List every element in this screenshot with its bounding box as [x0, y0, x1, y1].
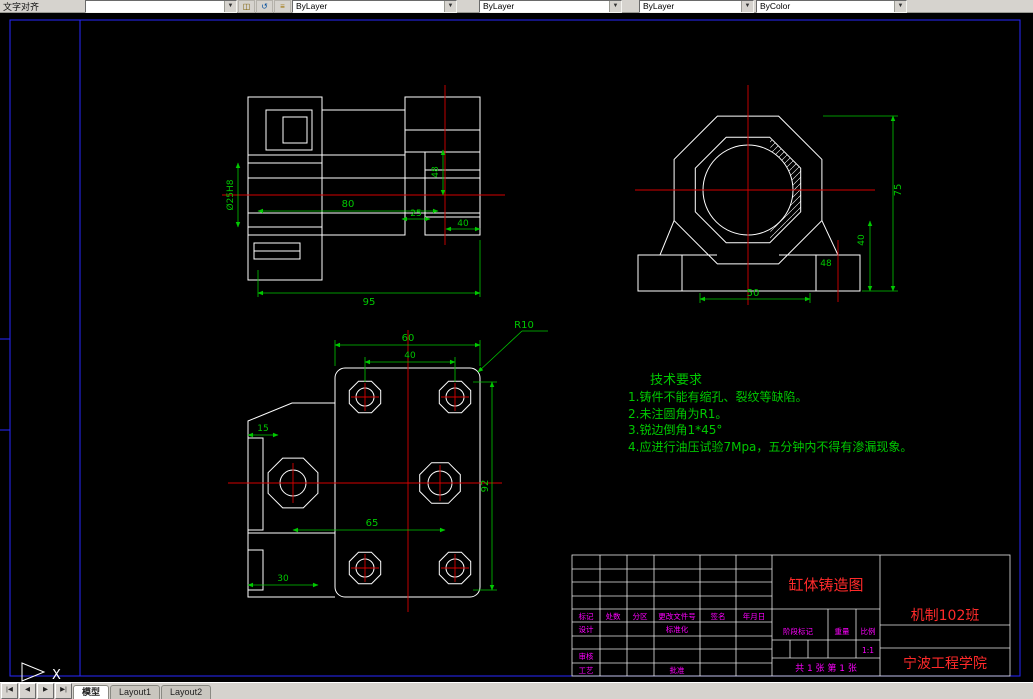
technical-requirements: 技术要求 1.铸件不能有缩孔、裂纹等缺陷。 2.未注圆角为R1。 3.锐边倒角1…: [628, 373, 912, 454]
tb-process: 工艺: [579, 666, 594, 675]
first-tab-icon[interactable]: |◀: [1, 683, 18, 699]
tb-audit: 审核: [579, 651, 594, 661]
tb-stage-mark: 阶段标记: [783, 626, 813, 636]
plan-view: 60 40 15 92 65 30 R10: [228, 320, 548, 612]
layer-manager-icon[interactable]: ≡: [274, 0, 291, 13]
lineweight-combo[interactable]: ByLayer ▼: [639, 0, 754, 13]
tb-header-zone: 分区: [633, 612, 648, 621]
toolbar-label: 文字对齐: [3, 2, 40, 12]
tb-header-sign: 签名: [711, 611, 726, 621]
ucs-x-label: X: [52, 668, 61, 683]
linetype-combo-value: ByLayer: [483, 1, 515, 11]
make-layer-current-icon[interactable]: ◫: [238, 0, 255, 13]
color-combo-value: ByLayer: [296, 1, 328, 11]
tb-class-name: 机制102班: [911, 608, 980, 624]
dim-75: 75: [893, 184, 904, 197]
dim-60: 60: [402, 333, 415, 344]
tech-req-item-2: 2.未注圆角为R1。: [628, 406, 727, 421]
tb-scale-label: 比例: [861, 626, 876, 636]
plotstyle-combo[interactable]: ByColor ▼: [756, 0, 907, 13]
tb-design: 设计: [579, 624, 594, 634]
top-toolbar: 文字对齐 ▼ ◫ ↺ ≡ ByLayer ▼ ByLayer ▼ ByLayer…: [0, 0, 1033, 13]
dim-40: 40: [457, 219, 469, 229]
title-block: 标记 处数 分区 更改文件号 签名 年月日 设计 标准化 审核 工艺 批准 阶段…: [571, 554, 1011, 677]
tb-header-mark: 标记: [579, 611, 594, 621]
tb-sheet-info: 共 1 张 第 1 张: [795, 662, 857, 674]
chevron-down-icon[interactable]: ▼: [741, 1, 753, 12]
drawing-canvas[interactable]: Ø25H8 80 25 40 48 95 75 40 50 48 60 40 1…: [0, 0, 1033, 699]
tab-layout2[interactable]: Layout2: [161, 685, 212, 699]
status-bar: |◀ ◀ ▶ ▶| 模型 Layout1 Layout2: [0, 682, 1033, 699]
tb-header-count: 处数: [606, 611, 621, 621]
dim-95: 95: [363, 297, 376, 308]
dim-80: 80: [342, 199, 355, 210]
chevron-down-icon[interactable]: ▼: [224, 1, 236, 12]
layer-previous-icon[interactable]: ↺: [256, 0, 273, 13]
dim-65: 65: [366, 518, 379, 529]
tab-model[interactable]: 模型: [73, 685, 110, 699]
ucs-icon: X: [21, 662, 61, 683]
tech-req-title: 技术要求: [650, 373, 702, 388]
prev-tab-icon[interactable]: ◀: [19, 683, 36, 699]
dim-40-side: 40: [857, 234, 867, 246]
lineweight-combo-value: ByLayer: [643, 1, 675, 11]
linetype-combo[interactable]: ByLayer ▼: [479, 0, 622, 13]
dim-r10: R10: [514, 320, 534, 331]
dim-48-side: 48: [820, 259, 832, 269]
side-view: 75 40 50 48: [635, 85, 904, 305]
tb-drawing-title: 缸体铸造图: [788, 576, 863, 594]
tab-layout1[interactable]: Layout1: [110, 685, 161, 699]
dim-30: 30: [277, 574, 289, 584]
dim-bore: Ø25H8: [225, 179, 236, 210]
tb-scale-value: 1:1: [862, 646, 874, 655]
tb-organization: 宁波工程学院: [903, 655, 987, 672]
tb-header-date: 年月日: [743, 611, 766, 621]
next-tab-icon[interactable]: ▶: [37, 683, 54, 699]
dim-15: 15: [257, 424, 268, 434]
tech-req-item-4: 4.应进行油压试验7Mpa，五分钟内不得有渗漏现象。: [628, 439, 912, 454]
layer-combo[interactable]: ▼: [85, 0, 237, 13]
front-section-view: Ø25H8 80 25 40 48 95: [222, 85, 505, 308]
tb-header-docno: 更改文件号: [658, 611, 696, 621]
chevron-down-icon[interactable]: ▼: [609, 1, 621, 12]
tb-weight: 重量: [835, 627, 850, 636]
color-combo[interactable]: ByLayer ▼: [292, 0, 457, 13]
last-tab-icon[interactable]: ▶|: [55, 683, 72, 699]
dim-40-plan: 40: [404, 351, 416, 361]
tech-req-item-1: 1.铸件不能有缩孔、裂纹等缺陷。: [628, 389, 807, 404]
dim-48: 48: [431, 166, 441, 178]
tech-req-item-3: 3.锐边倒角1*45°: [628, 423, 722, 437]
plotstyle-combo-value: ByColor: [760, 1, 791, 11]
chevron-down-icon[interactable]: ▼: [444, 1, 456, 12]
dim-92: 92: [480, 480, 491, 493]
dim-50: 50: [747, 288, 760, 299]
chevron-down-icon[interactable]: ▼: [894, 1, 906, 12]
tb-standardization: 标准化: [666, 624, 689, 634]
dim-25: 25: [410, 209, 421, 219]
tb-approve: 批准: [670, 665, 685, 675]
drawing-frame: [0, 19, 1021, 677]
